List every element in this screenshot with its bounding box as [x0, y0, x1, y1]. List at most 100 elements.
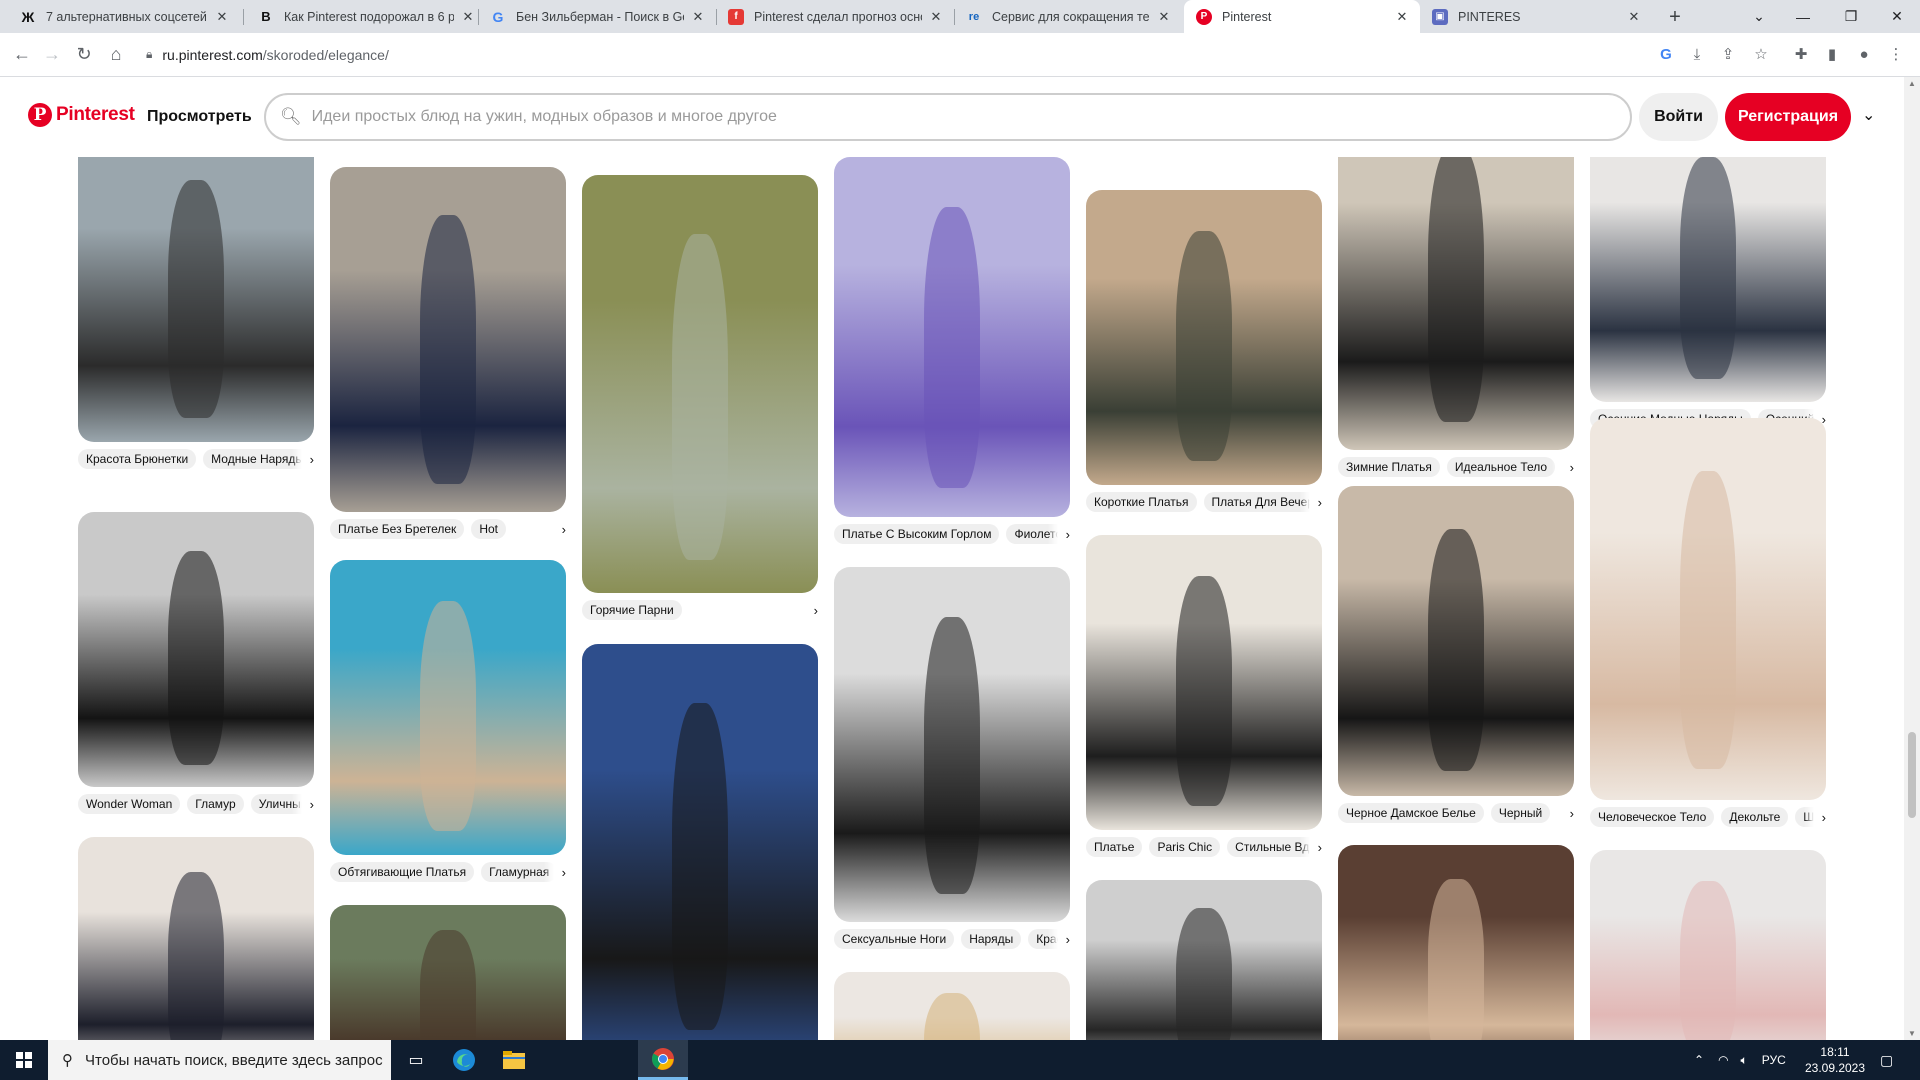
- chevron-right-icon[interactable]: ›: [1804, 806, 1826, 828]
- tab-5[interactable]: re Сервис для сокращения текста ✕: [954, 0, 1182, 33]
- close-tab-icon[interactable]: ✕: [928, 9, 944, 25]
- pin-card[interactable]: [78, 837, 314, 1040]
- scroll-down-arrow-icon[interactable]: ▼: [1908, 1029, 1916, 1038]
- pin-tag[interactable]: Hot: [471, 519, 506, 539]
- address-bar[interactable]: 🔒︎ ru.pinterest.com/skoroded/elegance/: [134, 39, 1656, 70]
- chevron-right-icon[interactable]: ›: [544, 861, 566, 883]
- pin-tag[interactable]: Человеческое Тело: [1590, 807, 1715, 827]
- pin-image[interactable]: [1590, 850, 1826, 1040]
- volume-icon[interactable]: 🔈︎: [1741, 1053, 1748, 1068]
- scrollbar-thumb[interactable]: [1908, 732, 1916, 818]
- extensions-puzzle-icon[interactable]: ✚: [1789, 42, 1813, 66]
- file-explorer-icon[interactable]: [490, 1040, 538, 1080]
- pin-card[interactable]: Зимние Платья Идеальное Тело ›: [1338, 157, 1574, 478]
- pin-image[interactable]: [1590, 418, 1826, 800]
- taskbar-clock[interactable]: 18:11 23.09.2023: [1795, 1044, 1875, 1076]
- language-indicator[interactable]: РУС: [1762, 1053, 1786, 1067]
- minimize-button[interactable]: —: [1780, 0, 1826, 33]
- pin-tag[interactable]: Wonder Woman: [78, 794, 181, 814]
- pin-image[interactable]: [1590, 157, 1826, 402]
- pin-card[interactable]: Обтягивающие Платья Гламурная ›: [330, 560, 566, 883]
- google-lens-icon[interactable]: G: [1654, 42, 1678, 66]
- pin-image[interactable]: [1086, 880, 1322, 1040]
- edge-browser-icon[interactable]: [440, 1040, 488, 1080]
- pinterest-logo[interactable]: P Pinterest: [28, 103, 135, 127]
- pin-tag[interactable]: Горячие Парни: [582, 600, 682, 620]
- chevron-right-icon[interactable]: ›: [1552, 456, 1574, 478]
- tab-search-chevron-icon[interactable]: ⌄: [1736, 0, 1782, 33]
- bookmark-star-icon[interactable]: ☆: [1749, 42, 1773, 66]
- close-tab-icon[interactable]: ✕: [1394, 9, 1410, 25]
- side-panel-icon[interactable]: ▮: [1820, 42, 1844, 66]
- close-tab-icon[interactable]: ✕: [690, 9, 706, 25]
- windows-search-box[interactable]: ⚲ Чтобы начать поиск, введите здесь запр…: [48, 1040, 391, 1080]
- lock-icon[interactable]: 🔒︎: [146, 47, 152, 62]
- chevron-right-icon[interactable]: ›: [292, 793, 314, 815]
- browse-link[interactable]: Просмотреть: [147, 108, 252, 126]
- close-tab-icon[interactable]: ✕: [460, 9, 476, 25]
- pin-tag[interactable]: Зимние Платья: [1338, 457, 1440, 477]
- close-window-button[interactable]: ✕: [1874, 0, 1920, 33]
- page-scrollbar[interactable]: ▲ ▼: [1904, 77, 1920, 1040]
- signup-button[interactable]: Регистрация: [1725, 93, 1851, 141]
- pin-image[interactable]: [582, 175, 818, 593]
- pin-card[interactable]: Платье Без Бретелек Hot ›: [330, 167, 566, 540]
- pin-image[interactable]: [1338, 845, 1574, 1040]
- close-tab-icon[interactable]: ✕: [1626, 9, 1642, 25]
- pin-card[interactable]: [582, 644, 818, 1040]
- pin-card[interactable]: Горячие Парни ›: [582, 175, 818, 621]
- tab-pinterest-active[interactable]: P Pinterest ✕: [1184, 0, 1420, 33]
- tab-1[interactable]: Ж 7 альтернативных соцсетей для ✕: [8, 0, 240, 33]
- pin-image[interactable]: [78, 837, 314, 1040]
- pin-tag[interactable]: Черный: [1490, 803, 1551, 823]
- chrome-browser-icon[interactable]: [638, 1040, 688, 1080]
- chevron-right-icon[interactable]: ›: [1048, 928, 1070, 950]
- pin-image[interactable]: [1086, 190, 1322, 485]
- chevron-right-icon[interactable]: ›: [292, 448, 314, 470]
- search-bar[interactable]: 🔍︎: [264, 93, 1632, 141]
- tab-4[interactable]: f Pinterest сделал прогноз осно ✕: [716, 0, 954, 33]
- chevron-down-icon[interactable]: ⌄: [1862, 105, 1875, 125]
- pin-card[interactable]: [1338, 845, 1574, 1040]
- profile-avatar-icon[interactable]: ●: [1852, 42, 1876, 66]
- pin-card[interactable]: Платье С Высоким ГорломФиолетовый›: [834, 157, 1070, 545]
- reload-icon[interactable]: ↻: [70, 40, 98, 68]
- pin-image[interactable]: [582, 644, 818, 1040]
- pin-card[interactable]: [1590, 850, 1826, 1040]
- show-hidden-icons-icon[interactable]: ⌃: [1694, 1053, 1704, 1067]
- tab-3[interactable]: G Бен Зильберман - Поиск в Goo ✕: [478, 0, 716, 33]
- chrome-menu-icon[interactable]: ⋮: [1884, 42, 1908, 66]
- pin-tag[interactable]: Черное Дамское Белье: [1338, 803, 1484, 823]
- pin-tag[interactable]: Платье С Высоким Горлом: [834, 524, 1000, 544]
- home-icon[interactable]: ⌂: [102, 40, 130, 68]
- tab-7[interactable]: ▣ PINTERES ✕: [1420, 0, 1652, 33]
- pin-tag[interactable]: Наряды: [961, 929, 1022, 949]
- chevron-right-icon[interactable]: ›: [1300, 836, 1322, 858]
- share-icon[interactable]: ⇪: [1716, 42, 1740, 66]
- login-button[interactable]: Войти: [1639, 93, 1718, 141]
- pin-card[interactable]: Короткие ПлатьяПлатья Для Вечеринок›: [1086, 190, 1322, 513]
- task-view-icon[interactable]: ▭: [392, 1040, 440, 1080]
- scroll-up-arrow-icon[interactable]: ▲: [1908, 79, 1916, 88]
- pin-tag[interactable]: Платье: [1086, 837, 1143, 857]
- pin-card[interactable]: Красота Брюнетки Модные Наряды ›: [78, 157, 314, 470]
- pin-tag[interactable]: Сексуальные Ноги: [834, 929, 955, 949]
- pin-card[interactable]: Черное Дамское Белье Черный ›: [1338, 486, 1574, 824]
- pin-image[interactable]: [1338, 486, 1574, 796]
- chevron-right-icon[interactable]: ›: [796, 599, 818, 621]
- pin-tag[interactable]: Красота Брюнетки: [78, 449, 197, 469]
- pin-image[interactable]: [330, 905, 566, 1040]
- pin-image[interactable]: [1086, 535, 1322, 830]
- forward-arrow-icon[interactable]: →: [38, 40, 66, 68]
- pin-tag[interactable]: Идеальное Тело: [1446, 457, 1556, 477]
- pin-tag[interactable]: Гламур: [187, 794, 244, 814]
- pin-card[interactable]: Осенние Модные НарядыОсенний›: [1590, 157, 1826, 430]
- notifications-icon[interactable]: ▢: [1880, 1040, 1893, 1080]
- new-tab-button[interactable]: +: [1662, 4, 1688, 30]
- url-text[interactable]: ru.pinterest.com/skoroded/elegance/: [162, 47, 388, 63]
- pin-card[interactable]: Сексуальные НогиНарядыКрасота›: [834, 567, 1070, 950]
- pin-tag[interactable]: Платье Без Бретелек: [330, 519, 465, 539]
- pin-tag[interactable]: Обтягивающие Платья: [330, 862, 475, 882]
- wifi-icon[interactable]: ◠: [1718, 1053, 1728, 1067]
- chevron-right-icon[interactable]: ›: [1048, 523, 1070, 545]
